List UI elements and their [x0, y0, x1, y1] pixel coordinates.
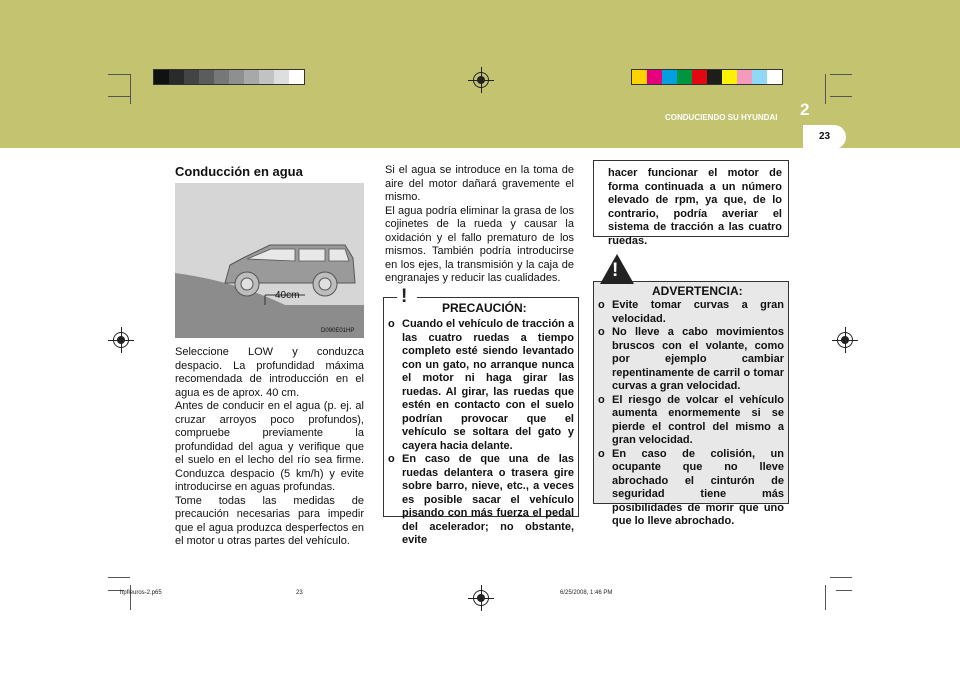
depth-label: 40cm — [275, 290, 300, 301]
crop-mark — [825, 585, 826, 610]
color-swatch — [647, 70, 662, 84]
list-item: No lleve a cabo movimientos bruscos con … — [598, 326, 784, 394]
color-swatch — [722, 70, 737, 84]
color-swatch — [707, 70, 722, 84]
color-swatch — [692, 70, 707, 84]
continuation-box: hacer funcionar el motor de forma contin… — [593, 160, 789, 247]
registration-mark-icon — [108, 327, 134, 353]
crop-mark — [836, 590, 852, 591]
caution-list: Cuando el vehículo de tracción a las cua… — [388, 318, 574, 548]
chapter-number: 2 — [800, 100, 810, 119]
crop-mark — [130, 74, 131, 104]
list-item: En caso de que una de las ruedas delante… — [388, 453, 574, 548]
color-swatch — [199, 70, 214, 84]
crop-mark — [108, 577, 130, 578]
color-swatch — [244, 70, 259, 84]
grayscale-color-bar — [153, 69, 305, 85]
crop-mark — [830, 577, 852, 578]
caution-box: ! PRECAUCIÓN: Cuando el vehículo de trac… — [383, 280, 579, 546]
exclamation-icon: ! — [612, 260, 619, 281]
paragraph: Si el agua se introduce en la toma de ai… — [385, 164, 574, 203]
chapter-title: CONDUCIENDO SU HYUNDAI — [665, 113, 778, 122]
color-swatch — [259, 70, 274, 84]
warning-list: Evite tomar curvas a gran velocidad. No … — [598, 299, 784, 529]
crop-mark — [108, 96, 130, 97]
color-swatch — [677, 70, 692, 84]
color-swatch — [229, 70, 244, 84]
paragraph: Tome todas las medidas de precaución nec… — [175, 494, 364, 548]
left-column-text: Seleccione LOW y conduzca despacio. La p… — [175, 346, 364, 549]
crop-mark — [830, 74, 852, 75]
color-swatch — [184, 70, 199, 84]
color-swatch — [289, 70, 304, 84]
list-item: En caso de colisión, un ocupante que no … — [598, 448, 784, 529]
color-swatch — [752, 70, 767, 84]
figure-code: D090E01HP — [321, 328, 355, 334]
registration-mark-icon — [832, 327, 858, 353]
crop-mark — [825, 74, 826, 104]
color-swatch — [274, 70, 289, 84]
continuation-text: hacer funcionar el motor de forma contin… — [608, 167, 782, 247]
list-item: Evite tomar curvas a gran velocidad. — [598, 299, 784, 326]
list-item: El riesgo de volcar el vehículo aumenta … — [598, 394, 784, 448]
color-swatch — [154, 70, 169, 84]
paragraph: Antes de conducir en el agua (p. ej. al … — [175, 400, 364, 493]
paragraph: El agua podría eliminar la grasa de los … — [385, 204, 574, 285]
paragraph: Seleccione LOW y conduzca despacio. La p… — [175, 346, 364, 399]
warning-title: ADVERTENCIA: — [652, 284, 743, 298]
cmyk-color-bar — [631, 69, 783, 85]
footer-filename: hpfleuros-2.p65 — [120, 590, 162, 596]
color-swatch — [767, 70, 782, 84]
water-crossing-figure: 40cm D090E01HP — [175, 183, 364, 338]
warning-box: ! ADVERTENCIA: Evite tomar curvas a gran… — [593, 254, 789, 527]
section-title: Conducción en agua — [175, 164, 303, 179]
color-swatch — [169, 70, 184, 84]
footer-datetime: 6/25/2008, 1:46 PM — [560, 590, 613, 596]
crop-mark — [830, 96, 852, 97]
page-number: 23 — [818, 131, 831, 142]
caution-title: PRECAUCIÓN: — [442, 301, 527, 315]
list-item: Cuando el vehículo de tracción a las cua… — [388, 318, 574, 453]
color-swatch — [632, 70, 647, 84]
middle-column-text: Si el agua se introduce en la toma de ai… — [385, 164, 574, 286]
color-swatch — [737, 70, 752, 84]
exclamation-icon: ! — [401, 286, 408, 307]
color-swatch — [662, 70, 677, 84]
color-swatch — [214, 70, 229, 84]
registration-mark-icon — [468, 67, 494, 93]
suv-in-water-illustration — [175, 244, 364, 338]
crop-mark — [130, 585, 131, 610]
footer-page: 23 — [296, 590, 303, 596]
registration-mark-icon — [468, 585, 494, 611]
crop-mark — [108, 74, 130, 75]
